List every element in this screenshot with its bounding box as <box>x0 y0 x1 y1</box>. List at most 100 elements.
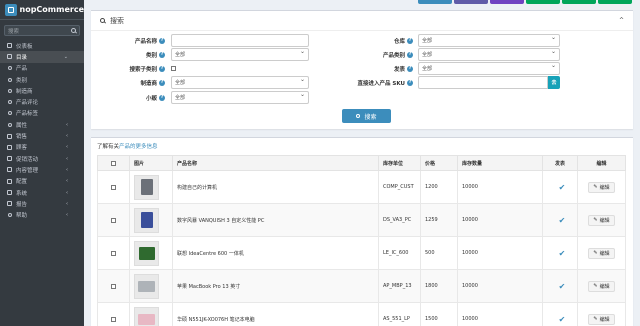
sidebar-item-customers[interactable]: 顾客 ‹ <box>0 142 84 153</box>
sidebar-item-product-reviews[interactable]: 产品评论 <box>0 96 84 107</box>
warehouse-select[interactable]: 全部 <box>418 34 560 47</box>
category-select[interactable]: 全部 <box>171 48 309 61</box>
chart-icon <box>7 201 12 207</box>
go-sku-input[interactable] <box>418 76 548 89</box>
table-row: 华硕 N551JK-XO076H 笔记本电脑 AS_551_LP 1500 10… <box>97 302 626 326</box>
product-sku: DS_VA3_PC <box>378 203 421 237</box>
go-sku-button[interactable]: 去 <box>548 76 560 89</box>
learn-more-link[interactable]: 产品的更多信息 <box>119 144 158 150</box>
product-picture-cell <box>129 203 173 237</box>
sidebar-item-dashboard[interactable]: 仪表板 <box>0 40 84 51</box>
product-name: 数字风暴 VANQUISH 3 自定义性能 PC <box>172 203 379 237</box>
row-checkbox[interactable] <box>111 184 116 190</box>
product-stock: 10000 <box>457 203 543 237</box>
sidebar-item-help[interactable]: 帮助 ‹ <box>0 209 84 220</box>
edit-button[interactable]: ✎ 编辑 <box>588 181 615 193</box>
checkmark-icon: ✔ <box>558 248 566 258</box>
published-select[interactable]: 全部 <box>418 62 560 75</box>
table-row: 构建自己的计算机 COMP_CUST 1200 10000 ✔ ✎ 编辑 <box>97 170 626 204</box>
help-icon[interactable]: ? <box>159 79 165 86</box>
search-subcategories-checkbox[interactable] <box>171 66 176 71</box>
column-header-picture[interactable]: 图片 <box>129 155 173 171</box>
checkmark-icon: ✔ <box>558 281 566 291</box>
sidebar-item-categories[interactable]: 类别 <box>0 74 84 85</box>
top-action-button[interactable] <box>598 0 632 4</box>
sidebar-item-product-tags[interactable]: 产品标签 <box>0 108 84 119</box>
go-sku-label: 直接进入产品 SKU? <box>357 79 413 87</box>
edit-button[interactable]: ✎ 编辑 <box>588 313 615 325</box>
circle-icon <box>8 100 12 105</box>
sidebar-item-sales[interactable]: 销售 ‹ <box>0 130 84 141</box>
table-row: 数字风暴 VANQUISH 3 自定义性能 PC DS_VA3_PC 1259 … <box>97 203 626 237</box>
product-price: 1500 <box>420 302 458 326</box>
sidebar-item-attributes[interactable]: 属性 ‹ <box>0 119 84 130</box>
top-action-button[interactable] <box>454 0 488 4</box>
product-thumbnail <box>134 306 159 326</box>
product-stock: 10000 <box>457 269 543 303</box>
top-action-button[interactable] <box>418 0 452 4</box>
chevron-left-icon: ‹ <box>66 200 68 207</box>
sidebar-item-label: 产品 <box>16 66 28 73</box>
edit-button[interactable]: ✎ 编辑 <box>588 214 615 226</box>
edit-button-label: 编辑 <box>599 217 610 224</box>
sidebar-item-catalog[interactable]: 目录 ⌄ <box>0 51 84 63</box>
published-cell: ✔ <box>542 236 578 270</box>
table-row: 联想 IdeaCentre 600 一体机 LE_IC_600 500 1000… <box>97 236 626 270</box>
row-checkbox[interactable] <box>111 283 116 289</box>
column-header-stock[interactable]: 库存数量 <box>457 155 543 171</box>
product-thumbnail <box>134 240 159 266</box>
product-sku: COMP_CUST <box>378 170 421 204</box>
sidebar-search-input[interactable]: 搜索 <box>4 25 80 36</box>
brand[interactable]: nopCommerce <box>0 0 84 20</box>
product-sku: AS_551_LP <box>378 302 421 326</box>
product-list-panel: 了解有关产品的更多信息 图片 产品名称 库存单位 价格 库存数量 发表 编辑 构… <box>91 137 633 326</box>
search-button[interactable]: 搜索 <box>342 109 391 123</box>
row-checkbox[interactable] <box>111 250 116 256</box>
column-header-sku[interactable]: 库存单位 <box>378 155 421 171</box>
edit-button[interactable]: ✎ 编辑 <box>588 280 615 292</box>
vendor-select[interactable]: 全部 <box>171 91 309 104</box>
search-icon[interactable] <box>71 28 76 33</box>
product-sku: AP_MBP_13 <box>378 269 421 303</box>
sidebar-item-label: 促销活动 <box>16 156 39 163</box>
search-panel-header[interactable]: 搜索 <box>91 11 633 31</box>
help-icon[interactable]: ? <box>159 65 165 72</box>
product-price: 1259 <box>420 203 458 237</box>
sidebar-item-reports[interactable]: 报告 ‹ <box>0 198 84 209</box>
circle-icon <box>8 66 12 71</box>
product-name-input[interactable] <box>171 34 309 47</box>
help-icon[interactable]: ? <box>159 37 165 44</box>
column-header-price[interactable]: 价格 <box>420 155 458 171</box>
top-action-button[interactable] <box>562 0 596 4</box>
help-icon[interactable]: ? <box>407 65 413 72</box>
sidebar-item-configuration[interactable]: 配置 ‹ <box>0 176 84 187</box>
row-checkbox[interactable] <box>111 316 116 322</box>
product-type-select[interactable]: 全部 <box>418 48 560 61</box>
product-picture-cell <box>129 269 173 303</box>
collapse-icon[interactable]: ^ <box>619 17 624 24</box>
dashboard-icon <box>7 43 12 49</box>
edit-button[interactable]: ✎ 编辑 <box>588 247 615 259</box>
sidebar-item-content-management[interactable]: 内容管理 ‹ <box>0 164 84 175</box>
top-action-button[interactable] <box>526 0 560 4</box>
help-icon[interactable]: ? <box>407 51 413 58</box>
sidebar-item-promotions[interactable]: 促销活动 ‹ <box>0 153 84 164</box>
column-header-name[interactable]: 产品名称 <box>172 155 379 171</box>
top-action-button[interactable] <box>490 0 524 4</box>
edit-cell: ✎ 编辑 <box>577 170 626 204</box>
row-checkbox[interactable] <box>111 217 116 223</box>
product-name-label: 产品名称? <box>134 37 165 45</box>
product-name: 构建自己的计算机 <box>172 170 379 204</box>
sidebar-item-system[interactable]: 系统 ‹ <box>0 187 84 198</box>
column-header-published[interactable]: 发表 <box>542 155 578 171</box>
sidebar-item-manufacturers[interactable]: 制造商 <box>0 85 84 96</box>
select-all-checkbox[interactable] <box>111 160 116 166</box>
help-icon[interactable]: ? <box>407 37 413 44</box>
sidebar-item-products[interactable]: 产品 <box>0 63 84 74</box>
product-thumbnail <box>134 273 159 299</box>
help-icon[interactable]: ? <box>159 51 165 58</box>
edit-button-label: 编辑 <box>599 316 610 323</box>
help-icon[interactable]: ? <box>159 94 165 101</box>
help-icon[interactable]: ? <box>407 79 413 86</box>
manufacturer-select[interactable]: 全部 <box>171 76 309 89</box>
